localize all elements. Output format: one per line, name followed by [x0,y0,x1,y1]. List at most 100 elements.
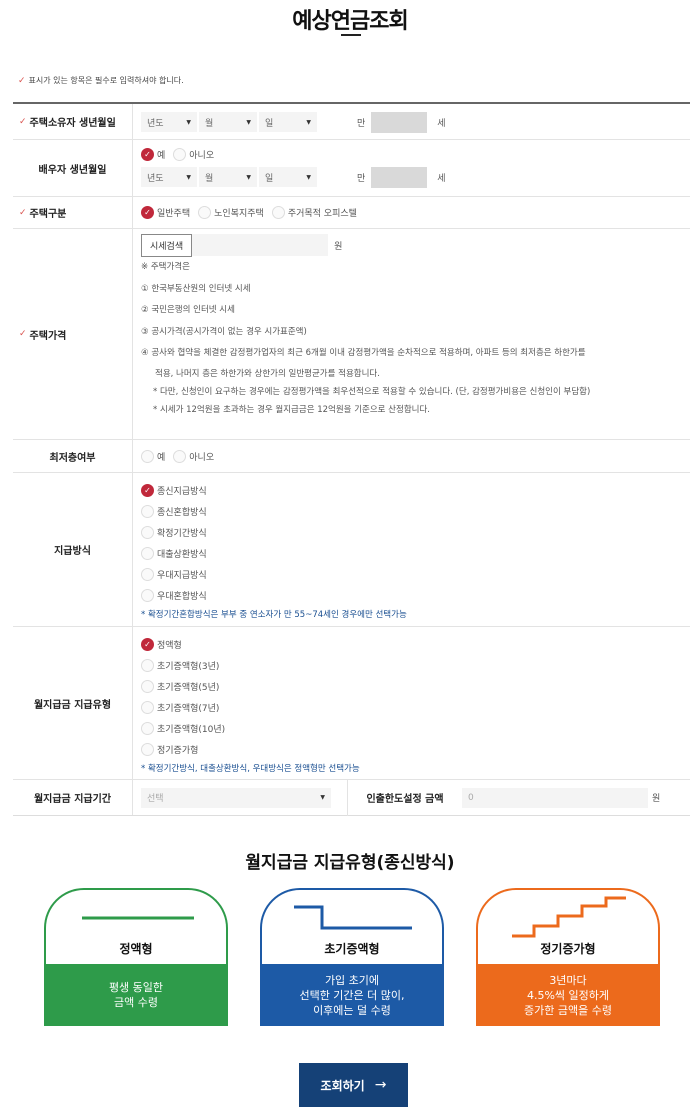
chevron-down-icon: ▼ [246,173,251,181]
spouse-yes-radio[interactable]: ✓ 예 [141,147,165,161]
monthly-type-radio[interactable]: 초기증액형(5년) [141,676,682,697]
radio-circle-icon [141,568,154,581]
radio-circle-icon [141,743,154,756]
monthly-type-note: * 확정기간방식, 대출상환방식, 우대방식은 정액형만 선택가능 [141,764,360,774]
house-price-input[interactable] [192,234,329,256]
chevron-down-icon: ▼ [186,173,191,181]
monthly-type-option: 초기증액형(5년) [157,683,220,693]
owner-birth-label: 주택소유자 생년월일 [29,118,116,129]
payment-method-radio[interactable]: 우대혼합방식 [141,585,682,606]
house-type-senior-radio[interactable]: 노인복지주택 [198,206,264,219]
submit-label: 조회하기 [320,1078,365,1093]
row-monthly-type: 월지급금 지급유형 ✓ 정액형 초기증액형(3년) 초기증액형(5년) 초기증액형… [13,627,690,780]
step-down-icon [294,905,412,930]
spouse-year-select[interactable]: 년도 ▼ [141,167,197,187]
row-house-price: ✓ 주택가격 시세검색 원 ※ 주택가격은 ① 한국부동산원의 인터넷 시세 ② … [13,229,690,440]
payment-method-label: 지급방식 [54,546,91,557]
payment-method-radio[interactable]: 대출상환방식 [141,543,682,564]
spouse-month-select[interactable]: 월 ▼ [199,167,257,187]
radio-circle-icon [198,206,212,219]
card-desc: 3년마다 4.5%씩 일정하게 증가한 금액을 수령 [476,964,660,1026]
arrow-right-icon: → [374,1077,387,1093]
monthly-period-value: 선택 [147,794,164,804]
payment-method-radio[interactable]: 우대지급방식 [141,564,682,585]
spouse-year-value: 년도 [147,173,164,184]
radio-circle-icon [141,505,154,518]
form-table: ✓ 주택소유자 생년월일 년도 ▼ 월 ▼ 일 ▼ 만 세 배우자 생년월일 ✓ 예 아니… [13,102,690,816]
house-type-option: 노인복지주택 [214,209,264,219]
price-note: ※ 주택가격은 [141,262,190,272]
owner-year-select[interactable]: 년도 ▼ [141,112,197,132]
limit-amount-input[interactable]: 0 [462,787,648,808]
price-note: 적용, 나머지 층은 하한가와 상한가의 일반평균가를 적용합니다. [155,368,380,379]
chevron-down-icon: ▼ [306,173,311,181]
man-label: 만 [357,173,366,184]
house-price-notes: ※ 주택가격은 ① 한국부동산원의 인터넷 시세 ② 국민은행의 인터넷 시세 … [141,257,690,419]
submit-button[interactable]: 조회하기 → [299,1063,408,1107]
payment-method-option: 종신혼합방식 [157,508,207,518]
lowest-floor-yes-label: 예 [157,452,166,463]
owner-month-select[interactable]: 월 ▼ [199,112,257,132]
radio-circle-icon [141,589,154,602]
spouse-no-radio[interactable]: 아니오 [173,147,214,161]
title-underline [341,34,361,36]
radio-circle-icon [141,701,154,714]
won-unit: 원 [334,241,343,252]
chevron-down-icon: ▼ [186,118,191,126]
lowest-floor-label: 최저층여부 [49,452,96,464]
lowest-floor-yes-radio[interactable]: 예 [141,449,166,463]
radio-circle-icon [141,680,154,693]
radio-circle-icon [173,449,187,463]
radio-circle-icon [141,659,154,672]
price-note: * 시세가 12억원을 초과하는 경우 월지급금은 12억원을 기준으로 산정합… [153,404,430,415]
house-type-officetel-radio[interactable]: 주거목적 오피스텔 [271,206,357,219]
radio-circle-icon [141,449,154,463]
house-type-label: 주택구분 [29,209,67,220]
payment-method-radio[interactable]: 확정기간방식 [141,522,682,543]
card-initial-increase: 초기증액형 가입 초기에 선택한 기간은 더 많이, 이후에는 덜 수령 [260,888,444,1026]
payment-method-radio[interactable]: 종신혼합방식 [141,501,682,522]
monthly-type-option: 초기증액형(7년) [157,704,220,714]
monthly-type-radio[interactable]: 초기증액형(7년) [141,697,682,718]
radio-circle-icon [173,147,187,161]
monthly-type-radio[interactable]: 초기증액형(10년) [141,718,682,739]
check-icon: ✓ [18,76,26,86]
lowest-floor-no-radio[interactable]: 아니오 [173,449,214,463]
radio-circle-icon [271,206,285,219]
card-fixed: 정액형 평생 동일한 금액 수령 [44,888,228,1026]
price-note: ④ 공사와 협약을 체결한 감정평가업자의 최근 6개월 이내 감정평가액을 순… [141,348,586,358]
owner-day-value: 일 [265,118,274,129]
payment-method-option: 우대지급방식 [157,571,207,581]
spouse-day-select[interactable]: 일 ▼ [259,167,317,187]
check-icon: ✓ [141,206,154,219]
monthly-type-option: 초기증액형(3년) [157,662,220,672]
monthly-type-radio[interactable]: ✓ 정액형 [141,634,682,655]
card-name: 정기증가형 [540,942,596,956]
house-type-option: 일반주택 [157,209,191,219]
required-note-text: 표시가 있는 항목은 필수로 입력하셔야 합니다. [28,76,184,85]
spouse-age-field [371,166,428,188]
row-lowest-floor: 최저층여부 예 아니오 [13,440,690,473]
radio-circle-icon [141,547,154,560]
owner-day-select[interactable]: 일 ▼ [259,112,317,132]
price-note: * 다만, 신청인이 요구하는 경우에는 감정평가액을 최우선적으로 적용할 수… [153,386,591,397]
check-icon: ✓ [19,207,27,218]
check-icon: ✓ [19,329,27,339]
price-search-button[interactable]: 시세검색 [141,233,193,257]
monthly-type-radio[interactable]: 정기증가형 [141,739,682,760]
card-name: 정액형 [119,942,153,956]
payment-method-note: * 확정기간혼합방식은 부부 중 연소자가 만 55~74세인 경우에만 선택가… [141,610,407,620]
monthly-type-radio[interactable]: 초기증액형(3년) [141,655,682,676]
house-type-general-radio[interactable]: ✓ 일반주택 [141,206,190,219]
row-monthly-period: 월지급금 지급기간 선택 ▼ 인출한도설정 금액 0 원 [13,779,690,816]
payment-method-option: 대출상환방식 [157,550,207,560]
payment-method-radio[interactable]: ✓ 종신지급방식 [141,480,682,501]
house-type-option: 주거목적 오피스텔 [287,209,357,219]
chevron-down-icon: ▼ [306,118,311,126]
spouse-day-value: 일 [265,173,274,184]
card-name: 초기증액형 [324,942,380,956]
check-icon: ✓ [19,116,27,127]
payment-method-option: 확정기간방식 [157,529,207,539]
monthly-period-select[interactable]: 선택 ▼ [141,787,331,808]
card-desc: 평생 동일한 금액 수령 [44,964,228,1026]
